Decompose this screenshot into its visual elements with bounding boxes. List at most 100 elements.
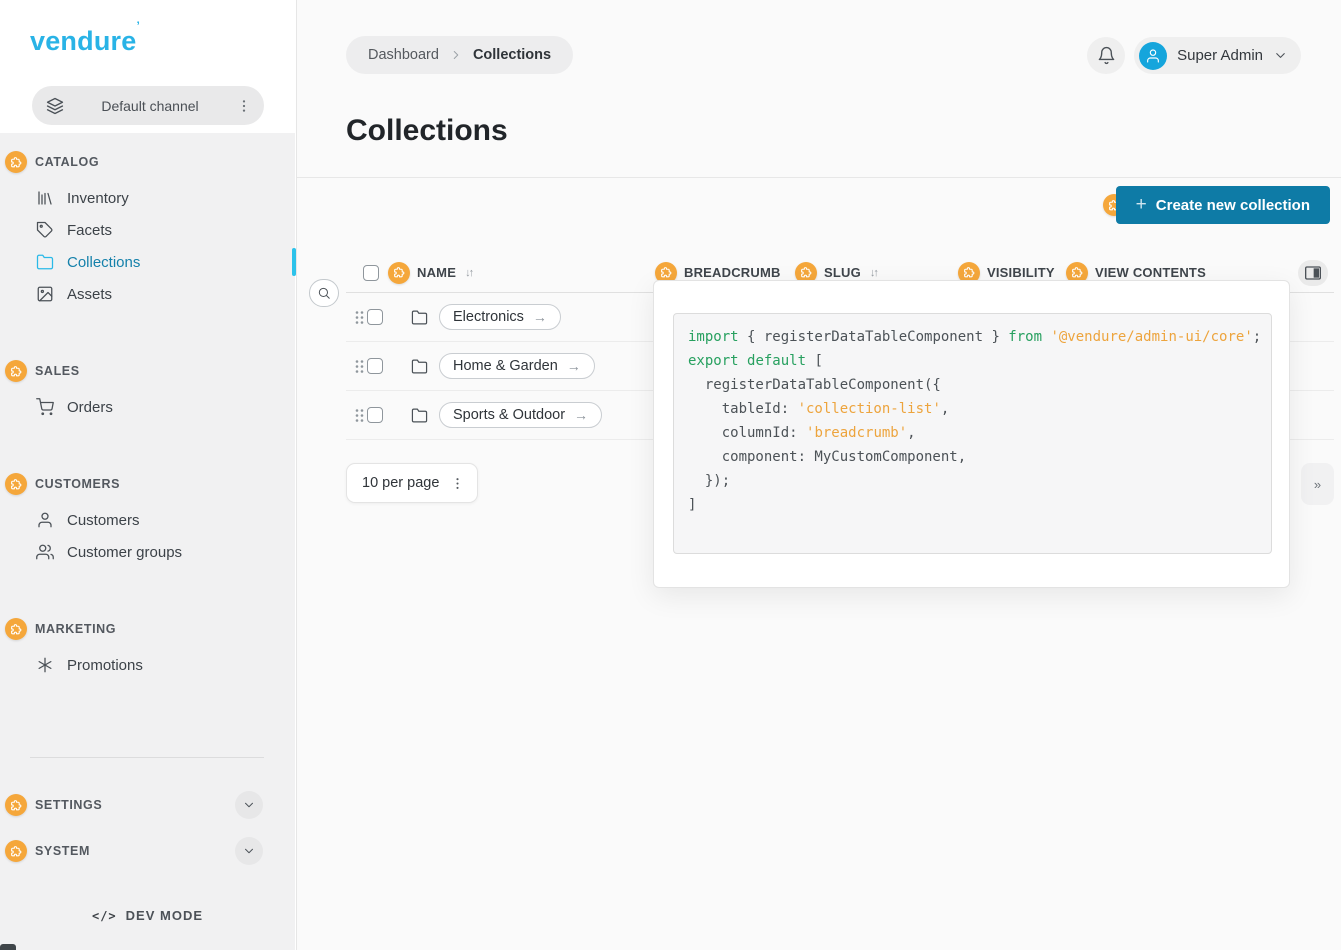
collection-link[interactable]: Home & Garden →	[439, 353, 595, 379]
dev-mode-toggle[interactable]: </> DEV MODE	[0, 908, 295, 923]
dev-extension-badge[interactable]	[388, 262, 410, 284]
nav-section-label: MARKETING	[35, 622, 116, 636]
nav-section-catalog: CATALOG Inventory Facets Collections	[0, 150, 295, 310]
dev-extension-badge[interactable]	[5, 360, 27, 382]
sidebar-item-inventory[interactable]: Inventory	[0, 182, 295, 214]
collection-link[interactable]: Sports & Outdoor →	[439, 402, 602, 428]
name-cell: Sports & Outdoor →	[346, 402, 655, 428]
sidebar-section-settings[interactable]: SETTINGS	[0, 791, 295, 819]
table-search-button[interactable]	[309, 279, 339, 307]
header-divider	[297, 177, 1341, 178]
bell-icon	[1097, 46, 1116, 65]
code-line: import { registerDataTableComponent } fr…	[688, 325, 1271, 349]
sort-icon[interactable]: ↓↑	[868, 267, 877, 279]
breadcrumb-dashboard[interactable]: Dashboard	[368, 47, 439, 63]
chevron-down-icon	[1273, 48, 1288, 63]
dev-extension-badge[interactable]	[5, 473, 27, 495]
inventory-icon	[36, 189, 54, 207]
breadcrumb-collections[interactable]: Collections	[473, 47, 551, 63]
select-all-checkbox[interactable]	[363, 265, 379, 281]
folder-icon	[411, 407, 428, 424]
table-columns-icon	[1305, 266, 1321, 280]
avatar	[1139, 42, 1167, 70]
items-per-page-select[interactable]: 10 per page	[346, 463, 478, 503]
code-line: component: MyCustomComponent,	[688, 445, 1271, 469]
nav-section-customers: CUSTOMERS Customers Customer groups	[0, 472, 295, 568]
layers-icon	[46, 97, 64, 115]
breadcrumb: Dashboard Collections	[346, 36, 573, 74]
collection-link[interactable]: Electronics →	[439, 304, 561, 330]
page-title: Collections	[346, 114, 508, 148]
channel-switcher[interactable]: Default channel	[32, 86, 264, 125]
user-name: Super Admin	[1177, 47, 1263, 64]
folder-icon	[411, 309, 428, 326]
nav-section-label: CUSTOMERS	[35, 477, 120, 491]
vendure-admin-page: vendure’ Default channel CATALOG Inven	[0, 0, 1341, 950]
dev-extension-badge[interactable]	[5, 794, 27, 816]
kebab-menu-icon[interactable]	[236, 98, 252, 114]
toast-peek	[0, 944, 16, 950]
code-line: });	[688, 469, 1271, 493]
drag-handle-icon[interactable]	[355, 310, 364, 325]
nav-section-label: SALES	[35, 364, 80, 378]
column-picker-button[interactable]	[1298, 260, 1328, 286]
code-line: tableId: 'collection-list',	[688, 397, 1271, 421]
chevron-down-icon[interactable]	[235, 837, 263, 865]
sidebar-item-collections[interactable]: Collections	[0, 246, 295, 278]
image-icon	[36, 285, 54, 303]
code-line: export default [	[688, 349, 1271, 373]
row-checkbox[interactable]	[367, 358, 383, 374]
create-new-collection-button[interactable]: + Create new collection	[1116, 186, 1330, 224]
sidebar-item-customer-groups[interactable]: Customer groups	[0, 536, 295, 568]
sidebar-item-customers[interactable]: Customers	[0, 504, 295, 536]
asterisk-icon	[36, 656, 54, 674]
next-page-button[interactable]: »	[1301, 463, 1334, 505]
kebab-menu-icon	[450, 476, 465, 491]
sort-icon[interactable]: ↓↑	[463, 267, 472, 279]
row-checkbox[interactable]	[367, 309, 383, 325]
row-checkbox[interactable]	[367, 407, 383, 423]
sidebar-item-promotions[interactable]: Promotions	[0, 649, 295, 681]
folder-icon	[36, 253, 54, 271]
search-icon	[317, 286, 331, 300]
user-icon	[36, 511, 54, 529]
chevron-down-icon[interactable]	[235, 791, 263, 819]
channel-label: Default channel	[64, 98, 236, 114]
plus-icon: +	[1136, 194, 1147, 216]
arrow-right-icon: →	[533, 309, 547, 325]
arrow-right-icon: →	[574, 407, 588, 423]
sidebar: vendure’ Default channel CATALOG Inven	[0, 0, 297, 950]
dev-extension-badge[interactable]	[5, 840, 27, 862]
drag-handle-icon[interactable]	[355, 408, 364, 423]
arrow-right-icon: →	[567, 358, 581, 374]
sidebar-divider	[30, 757, 264, 758]
column-header-name[interactable]: NAME ↓↑	[346, 262, 655, 284]
cart-icon	[36, 398, 54, 416]
drag-handle-icon[interactable]	[355, 359, 364, 374]
nav-section-sales: SALES Orders	[0, 359, 295, 423]
active-indicator	[292, 248, 296, 276]
code-block: import { registerDataTableComponent } fr…	[673, 313, 1272, 554]
sidebar-item-facets[interactable]: Facets	[0, 214, 295, 246]
logo-trademark: ’	[136, 19, 140, 33]
breadcrumb-separator-icon	[449, 48, 463, 62]
code-brackets-icon: </>	[92, 909, 117, 923]
nav-section-label: CATALOG	[35, 155, 99, 169]
tag-icon	[36, 221, 54, 239]
sidebar-item-orders[interactable]: Orders	[0, 391, 295, 423]
folder-icon	[411, 358, 428, 375]
user-menu[interactable]: Super Admin	[1134, 37, 1301, 74]
dev-extension-badge[interactable]	[5, 618, 27, 640]
name-cell: Electronics →	[346, 304, 655, 330]
code-line: columnId: 'breadcrumb',	[688, 421, 1271, 445]
vendure-logo: vendure’	[30, 26, 140, 57]
code-line: registerDataTableComponent({	[688, 373, 1271, 397]
sidebar-section-system[interactable]: SYSTEM	[0, 837, 295, 865]
notifications-button[interactable]	[1087, 37, 1125, 74]
nav-section-marketing: MARKETING Promotions	[0, 617, 295, 681]
dev-mode-code-popover: import { registerDataTableComponent } fr…	[653, 280, 1290, 588]
users-icon	[36, 543, 54, 561]
sidebar-item-assets[interactable]: Assets	[0, 278, 295, 310]
dev-extension-badge[interactable]	[5, 151, 27, 173]
code-line: ]	[688, 493, 1271, 517]
